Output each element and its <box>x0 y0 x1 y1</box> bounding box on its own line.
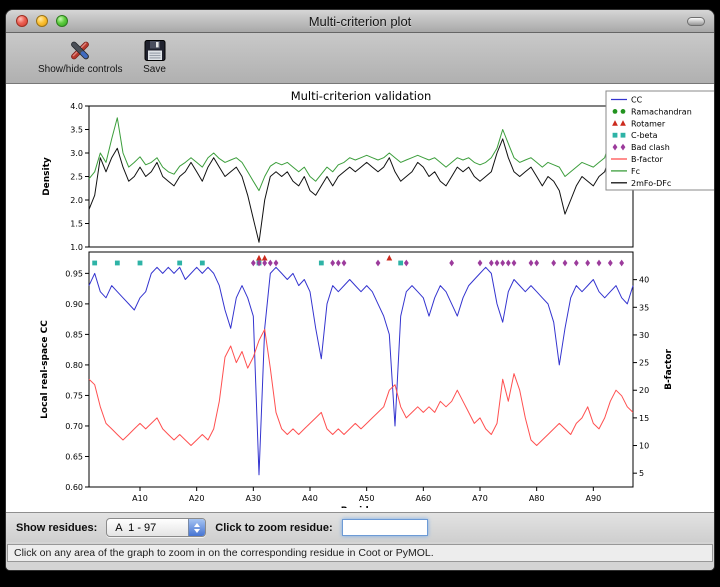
svg-text:A50: A50 <box>359 494 375 503</box>
svg-text:Fc: Fc <box>631 167 640 176</box>
popup-stepper-icon <box>188 519 205 536</box>
svg-text:Local real-space CC: Local real-space CC <box>40 320 50 419</box>
svg-text:30: 30 <box>639 331 649 340</box>
svg-text:Residue: Residue <box>341 506 381 508</box>
svg-text:0.95: 0.95 <box>65 269 83 278</box>
window-title: Multi-criterion plot <box>6 14 714 29</box>
svg-text:0.65: 0.65 <box>65 452 83 461</box>
svg-text:A70: A70 <box>472 494 488 503</box>
svg-text:Density: Density <box>42 157 52 196</box>
toolbar-toggle-button[interactable] <box>687 17 705 26</box>
window: Multi-criterion plot Show/hide controls <box>5 9 715 571</box>
svg-text:10: 10 <box>639 442 649 451</box>
svg-text:C-beta: C-beta <box>631 131 658 140</box>
zoom-residue-input[interactable] <box>342 519 428 536</box>
svg-text:Bad clash: Bad clash <box>631 143 670 152</box>
close-button[interactable] <box>16 15 28 27</box>
status-text: Click on any area of the graph to zoom i… <box>7 544 713 562</box>
svg-text:2.0: 2.0 <box>70 196 83 205</box>
svg-text:A30: A30 <box>246 494 262 503</box>
svg-text:0.85: 0.85 <box>65 330 83 339</box>
svg-text:4.0: 4.0 <box>70 102 83 111</box>
svg-text:3.5: 3.5 <box>70 126 83 135</box>
zoom-residue-label: Click to zoom residue: <box>215 522 332 534</box>
svg-text:A40: A40 <box>302 494 318 503</box>
svg-text:40: 40 <box>639 276 649 285</box>
multi-criterion-figure[interactable]: Multi-criterion validation 1.0 1.5 2.0 2.5 3.… <box>33 90 714 508</box>
svg-text:A90: A90 <box>586 494 602 503</box>
svg-text:CC: CC <box>631 96 643 105</box>
svg-text:0.75: 0.75 <box>65 391 83 400</box>
plot-area[interactable]: Multi-criterion validation 1.0 1.5 2.0 2.5 3.… <box>6 84 714 512</box>
status-bar: Click on any area of the graph to zoom i… <box>6 542 714 570</box>
minimize-button[interactable] <box>36 15 48 27</box>
svg-text:B-factor: B-factor <box>664 349 674 390</box>
svg-text:0.90: 0.90 <box>65 300 83 309</box>
svg-text:A20: A20 <box>189 494 205 503</box>
svg-text:0.70: 0.70 <box>65 422 83 431</box>
svg-text:0.80: 0.80 <box>65 361 83 370</box>
traffic-lights <box>16 15 68 27</box>
svg-text:A10: A10 <box>132 494 148 503</box>
zoom-window-button[interactable] <box>56 15 68 27</box>
tool-label: Show/hide controls <box>38 64 123 75</box>
svg-text:A80: A80 <box>529 494 545 503</box>
titlebar[interactable]: Multi-criterion plot <box>6 10 714 33</box>
svg-text:Ramachandran: Ramachandran <box>631 107 692 116</box>
svg-text:5: 5 <box>639 469 644 478</box>
svg-text:15: 15 <box>639 414 649 423</box>
svg-text:2mFo-DFc: 2mFo-DFc <box>631 179 671 188</box>
crossed-tools-icon <box>67 36 93 64</box>
svg-text:25: 25 <box>639 359 649 368</box>
svg-text:Multi-criterion validation: Multi-criterion validation <box>291 90 432 103</box>
tool-label: Save <box>143 64 166 75</box>
svg-text:2.5: 2.5 <box>70 173 83 182</box>
toolbar: Show/hide controls Save <box>6 33 714 84</box>
show-residues-label: Show residues: <box>16 522 97 534</box>
save-button[interactable]: Save <box>143 36 167 75</box>
svg-text:20: 20 <box>639 386 649 395</box>
svg-text:Rotamer: Rotamer <box>631 119 666 128</box>
save-floppy-icon <box>143 36 167 64</box>
svg-text:B-factor: B-factor <box>631 155 664 164</box>
svg-text:35: 35 <box>639 303 649 312</box>
svg-text:A60: A60 <box>416 494 432 503</box>
show-hide-controls-button[interactable]: Show/hide controls <box>38 36 123 75</box>
svg-text:0.60: 0.60 <box>65 483 83 492</box>
svg-text:3.0: 3.0 <box>70 149 83 158</box>
svg-text:1.5: 1.5 <box>70 220 83 229</box>
svg-text:1.0: 1.0 <box>70 243 83 252</box>
residue-range-value: A 1 - 97 <box>115 522 156 534</box>
controls-bar: Show residues: A 1 - 97 Click to zoom re… <box>6 512 714 542</box>
residue-range-select[interactable]: A 1 - 97 <box>106 518 206 537</box>
